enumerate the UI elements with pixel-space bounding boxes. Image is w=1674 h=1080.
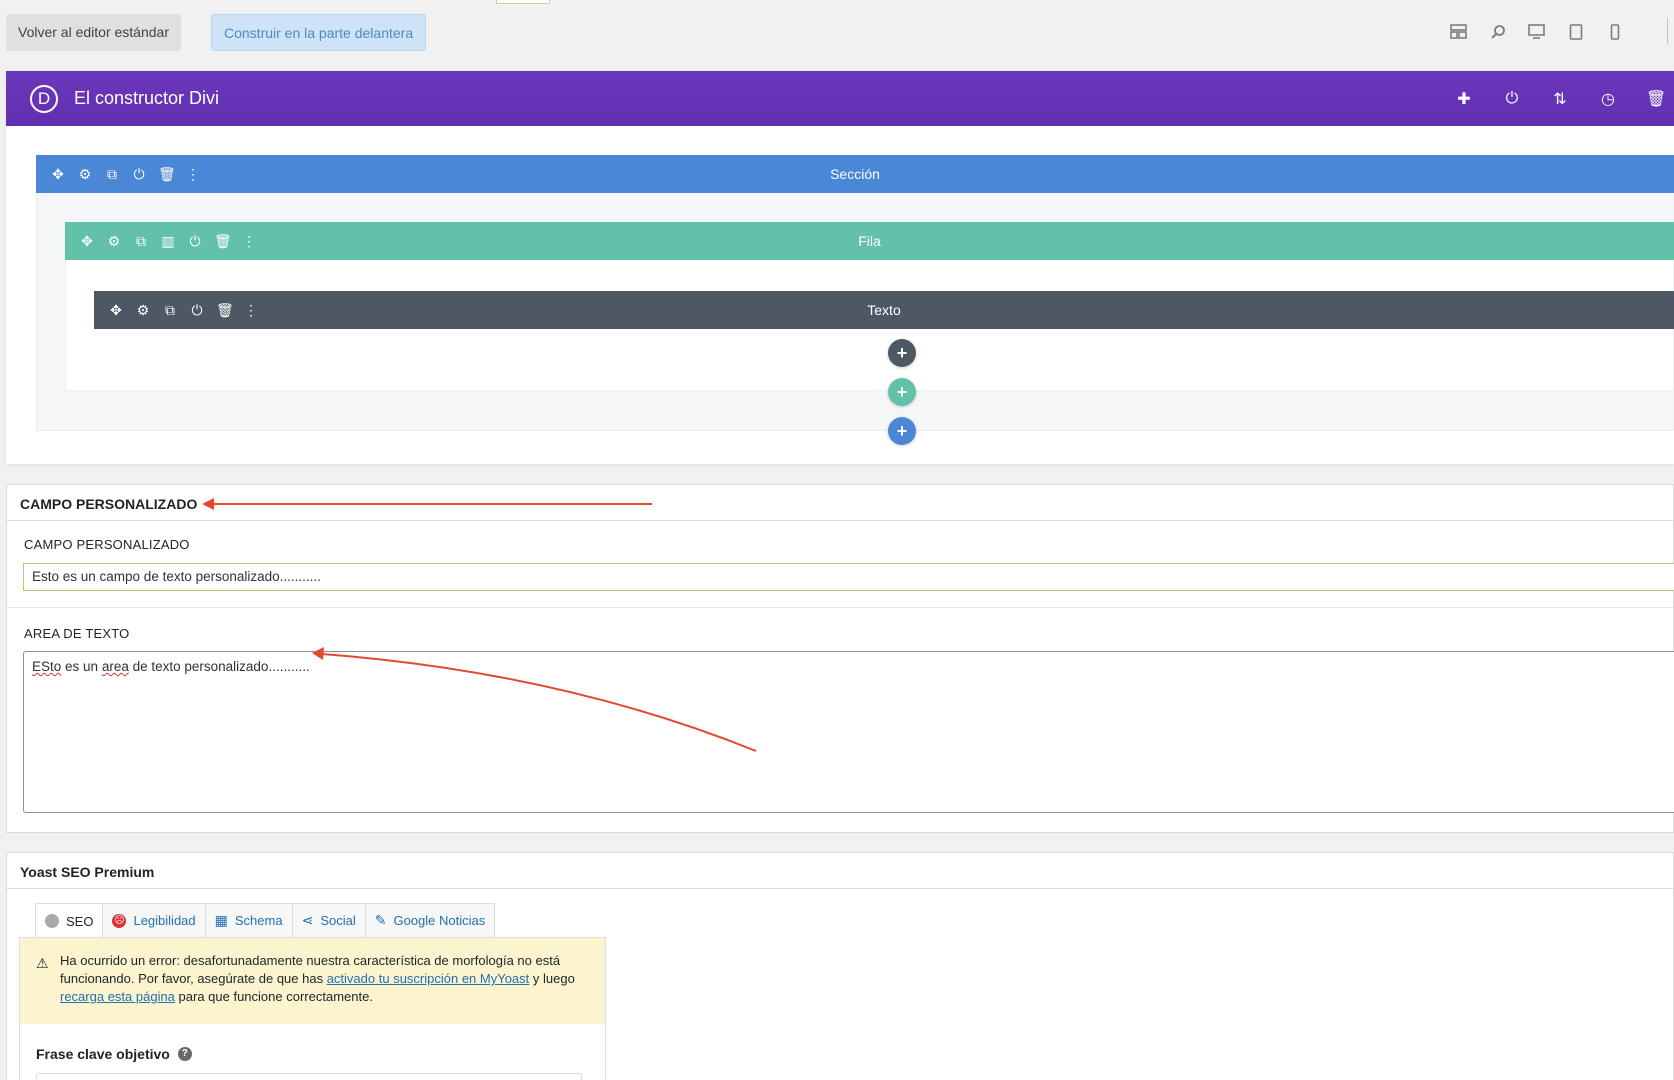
- divi-header-actions: ✚ ⏻ ⇅ ◷ 🗑: [1454, 71, 1674, 126]
- news-icon: ✎: [374, 912, 387, 928]
- tab-label: Legibilidad: [133, 913, 196, 928]
- tab-label: Google Noticias: [393, 913, 486, 928]
- textarea-text: de texto personalizado...........: [128, 659, 310, 674]
- morphology-warning: ⚠ Ha ocurrido un error: desafortunadamen…: [20, 938, 605, 1024]
- tab-readability[interactable]: ☹ Legibilidad: [102, 903, 206, 937]
- view-mode-icons: [1449, 22, 1624, 41]
- focus-keyphrase-label: Frase clave objetivo ?: [36, 1046, 192, 1062]
- focus-keyphrase-input[interactable]: [36, 1073, 582, 1080]
- layout-icon[interactable]: [1449, 22, 1468, 41]
- yoast-tabs: SEO ☹ Legibilidad ▦ Schema ⋖ Social ✎ Go…: [35, 903, 496, 938]
- trash-icon[interactable]: 🗑: [214, 233, 232, 250]
- power-icon[interactable]: ⏻: [1502, 90, 1522, 108]
- gear-icon[interactable]: ⚙: [106, 233, 122, 250]
- tab-label: Social: [320, 913, 356, 928]
- reload-page-link[interactable]: recarga esta página: [60, 989, 175, 1004]
- row-tools: ✥ ⚙ ⧉ ▥ ⏻ 🗑 ⋮: [65, 233, 257, 250]
- tab-label: Schema: [234, 913, 283, 928]
- tab-schema[interactable]: ▦ Schema: [204, 903, 293, 937]
- add-section-button[interactable]: +: [888, 417, 916, 445]
- field-divider: [7, 607, 1673, 608]
- seo-score-icon: [45, 914, 59, 928]
- zoom-icon[interactable]: [1488, 22, 1507, 41]
- sort-icon[interactable]: ⇅: [1550, 89, 1570, 109]
- back-to-standard-editor-button[interactable]: Volver al editor estándar: [6, 14, 181, 51]
- warning-icon: ⚠: [36, 955, 49, 971]
- row-label: Fila: [858, 233, 881, 249]
- duplicate-icon[interactable]: ⧉: [104, 166, 120, 183]
- move-icon[interactable]: ✥: [79, 233, 95, 250]
- desktop-icon[interactable]: [1527, 22, 1546, 41]
- duplicate-icon[interactable]: ⧉: [133, 233, 149, 250]
- duplicate-icon[interactable]: ⧉: [162, 302, 178, 319]
- share-icon: ⋖: [301, 912, 314, 928]
- custom-textarea[interactable]: ESto es un area de texto personalizado..…: [23, 651, 1674, 813]
- add-row-button[interactable]: +: [888, 378, 916, 406]
- grid-icon: ▦: [214, 912, 228, 928]
- tab-social[interactable]: ⋖ Social: [291, 903, 366, 937]
- row-bar[interactable]: ✥ ⚙ ⧉ ▥ ⏻ 🗑 ⋮ Fila: [65, 222, 1674, 260]
- history-icon[interactable]: ◷: [1598, 89, 1618, 109]
- textarea-word: ESto: [32, 659, 62, 674]
- toolbar-separator: [1667, 18, 1668, 44]
- text-module-bar[interactable]: ✥ ⚙ ⧉ ⏻ 🗑 ⋮ Texto: [94, 291, 1674, 329]
- top-indicator: [496, 0, 550, 4]
- tab-seo[interactable]: SEO: [35, 903, 104, 938]
- custom-field-label: CAMPO PERSONALIZADO: [24, 537, 190, 552]
- section-bar[interactable]: ✥ ⚙ ⧉ ⏻ 🗑 ⋮ Sección: [36, 155, 1674, 193]
- activate-subscription-link[interactable]: activado tu suscripción en MyYoast: [327, 971, 530, 986]
- move-icon[interactable]: ✥: [50, 166, 66, 183]
- power-icon[interactable]: ⏻: [187, 233, 203, 250]
- module-tools: ✥ ⚙ ⧉ ⏻ 🗑 ⋮: [94, 302, 259, 319]
- divi-title: El constructor Divi: [74, 88, 220, 108]
- metabox-title: Yoast SEO Premium: [7, 853, 1673, 889]
- move-icon[interactable]: ✥: [108, 302, 124, 319]
- gear-icon[interactable]: ⚙: [135, 302, 151, 319]
- trash-icon[interactable]: 🗑: [158, 166, 176, 183]
- warning-text: para que funcione correctamente.: [174, 989, 373, 1004]
- divi-logo: D: [30, 84, 58, 113]
- power-icon[interactable]: ⏻: [131, 166, 147, 183]
- tab-google-news[interactable]: ✎ Google Noticias: [364, 903, 496, 937]
- textarea-text: es un: [61, 659, 102, 674]
- textarea-label: AREA DE TEXTO: [24, 626, 130, 641]
- phone-icon[interactable]: [1605, 22, 1624, 41]
- module-label: Texto: [867, 302, 901, 318]
- tablet-icon[interactable]: [1566, 22, 1585, 41]
- more-icon[interactable]: ⋮: [185, 166, 201, 183]
- custom-field-metabox: CAMPO PERSONALIZADO CAMPO PERSONALIZADO …: [6, 484, 1674, 833]
- tab-label: SEO: [66, 913, 94, 929]
- power-icon[interactable]: ⏻: [189, 302, 205, 319]
- add-icon[interactable]: ✚: [1454, 89, 1474, 109]
- sad-face-icon: ☹: [112, 913, 127, 928]
- yoast-seo-metabox: Yoast SEO Premium SEO ☹ Legibilidad ▦ Sc…: [6, 852, 1674, 1080]
- columns-icon[interactable]: ▥: [160, 233, 176, 250]
- more-icon[interactable]: ⋮: [241, 233, 257, 250]
- trash-icon[interactable]: 🗑: [216, 302, 234, 319]
- custom-field-input[interactable]: Esto es un campo de texto personalizado.…: [23, 563, 1674, 591]
- divi-header: D El constructor Divi ✚ ⏻ ⇅ ◷ 🗑: [6, 71, 1674, 126]
- build-on-frontend-button[interactable]: Construir en la parte delantera: [211, 14, 427, 51]
- trash-icon[interactable]: 🗑: [1646, 89, 1666, 109]
- more-icon[interactable]: ⋮: [243, 302, 259, 319]
- help-icon[interactable]: ?: [177, 1047, 192, 1061]
- gear-icon[interactable]: ⚙: [77, 166, 93, 183]
- top-toolbar: Volver al editor estándar Construir en l…: [0, 0, 1674, 66]
- section-tools: ✥ ⚙ ⧉ ⏻ 🗑 ⋮: [36, 166, 201, 183]
- section-label: Sección: [830, 166, 880, 182]
- divi-builder-panel: D El constructor Divi ✚ ⏻ ⇅ ◷ 🗑 ✥ ⚙ ⧉ ⏻ …: [6, 71, 1674, 464]
- add-module-button[interactable]: +: [888, 339, 916, 367]
- yoast-seo-panel: ⚠ Ha ocurrido un error: desafortunadamen…: [19, 937, 606, 1080]
- metabox-title: CAMPO PERSONALIZADO: [7, 485, 1673, 521]
- warning-text: y luego: [529, 971, 575, 986]
- focus-keyphrase-text: Frase clave objetivo: [36, 1046, 170, 1062]
- textarea-word: area: [101, 659, 129, 674]
